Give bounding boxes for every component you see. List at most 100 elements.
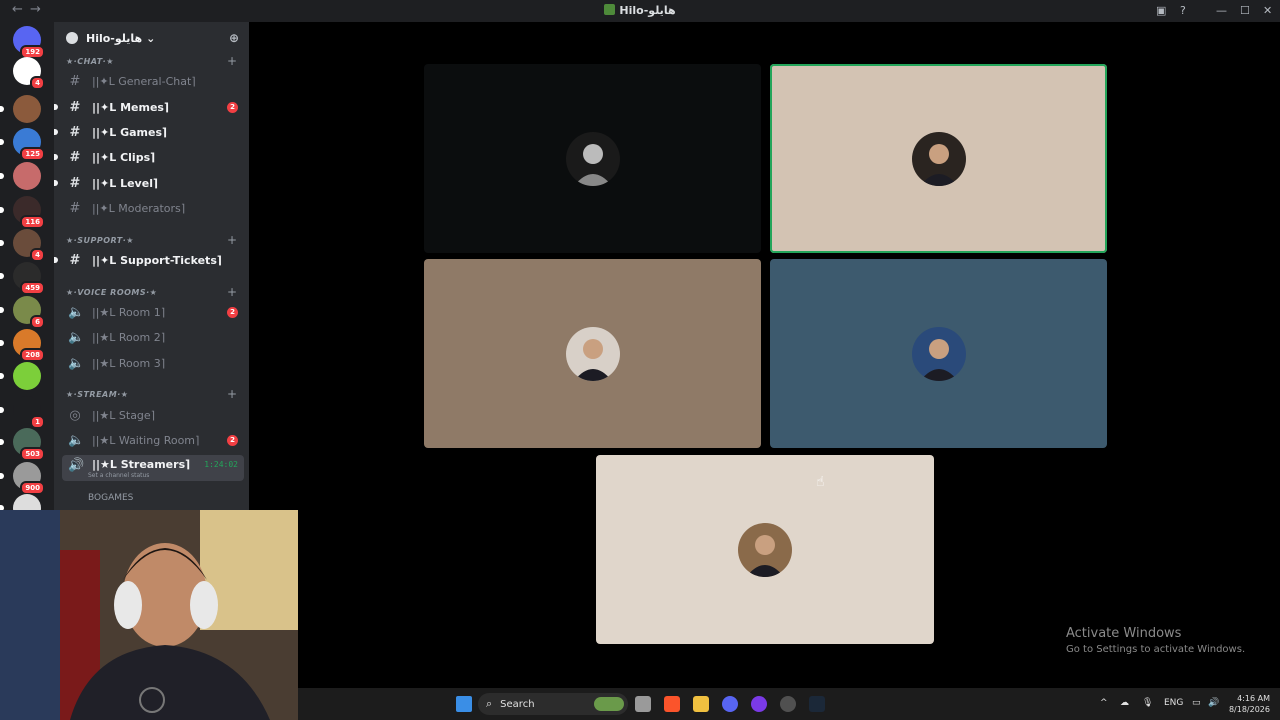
server-icon-server-5[interactable]: 116 (13, 196, 45, 229)
server-icon-server-14[interactable] (13, 494, 41, 510)
server-icon-server-4[interactable] (13, 162, 41, 190)
add-channel-icon[interactable]: + (227, 54, 237, 68)
taskbar-search[interactable]: ⌕ Search (478, 693, 628, 715)
speaker-icon: 🔈 (68, 304, 85, 320)
category-chat[interactable]: ★·CHAT·★ (66, 57, 114, 66)
search-label: Search (500, 698, 535, 710)
unread-pill (0, 407, 4, 413)
channel-moderators[interactable]: # ||✦L Moderators⌉ (62, 197, 244, 219)
file-explorer-icon[interactable] (693, 696, 709, 712)
microphone-icon[interactable]: 🎙 (1142, 698, 1153, 708)
channel-games[interactable]: # ||✦L Games⌉ (54, 121, 244, 143)
discord-icon[interactable] (722, 696, 738, 712)
onedrive-icon[interactable]: ☁ (1120, 698, 1129, 708)
close-icon[interactable]: ✕ (1263, 4, 1272, 17)
channel-room-1[interactable]: 🔈 ||★L Room 1⌉ 2 (62, 301, 244, 323)
server-badge: 116 (20, 215, 45, 229)
video-tile-participant-1[interactable] (424, 64, 761, 253)
steam-icon[interactable] (809, 696, 825, 712)
participant-avatar (911, 131, 966, 186)
unread-pill (0, 139, 4, 145)
channel-waiting-room[interactable]: 🔈 ||★L Waiting Room⌉ 2 (62, 429, 244, 451)
unread-pill (0, 439, 4, 445)
forward-arrow-icon[interactable]: → (30, 2, 41, 17)
participant-avatar (565, 326, 620, 381)
server-icon-server-2[interactable] (13, 95, 41, 123)
display-icon[interactable]: ▭ (1192, 698, 1201, 708)
channel-room-3[interactable]: 🔈 ||★L Room 3⌉ (62, 352, 244, 374)
channel-memes[interactable]: # ||✦L Memes⌉ 2 (54, 96, 244, 118)
server-badge: 503 (20, 447, 45, 461)
add-channel-icon[interactable]: + (227, 285, 237, 299)
channel-room-2[interactable]: 🔈 ||★L Room 2⌉ (62, 326, 244, 348)
hashtag-icon: # (69, 149, 81, 165)
add-channel-icon[interactable]: + (227, 233, 237, 247)
channel-support-tickets[interactable]: # ||✦L Support-Tickets⌉ (54, 249, 244, 271)
chevron-up-icon[interactable]: ^ (1100, 698, 1108, 708)
channel-label: ||✦L Support-Tickets⌉ (92, 253, 222, 267)
mention-badge: 2 (227, 307, 238, 318)
server-icon-server-13[interactable]: 900 (13, 462, 45, 495)
server-icon-server-mustache[interactable]: 4 (13, 57, 45, 90)
channel-label: ||★L Room 1⌉ (92, 305, 166, 319)
server-icon-server-12[interactable]: 503 (13, 428, 45, 461)
add-channel-icon[interactable]: + (227, 387, 237, 401)
server-icon-server-10[interactable] (13, 362, 41, 390)
channel-stage[interactable]: ◎ ||★L Stage⌉ (62, 404, 244, 426)
server-badge: 1 (30, 415, 45, 429)
channel-clips[interactable]: # ||✦L Clips⌉ (54, 146, 244, 168)
participant-avatar (911, 326, 966, 381)
guild-icon (66, 32, 78, 44)
volume-icon[interactable]: 🔊 (1208, 698, 1219, 708)
minimize-icon[interactable]: — (1216, 4, 1227, 17)
category-support[interactable]: ★·SUPPORT·★ (66, 236, 134, 245)
channel-streamers[interactable]: 🔊 ||★L Streamers⌉ 1:24:02 Set a channel s… (62, 455, 244, 481)
video-tile-participant-4[interactable] (770, 259, 1107, 448)
category-stream[interactable]: ★·STREAM·★ (66, 390, 128, 399)
channel-label: ||✦L Clips⌉ (92, 150, 156, 164)
system-clock[interactable]: 4:16 AM 8/18/2026 (1228, 693, 1270, 715)
webcam-figure (0, 510, 298, 720)
voice-user-name[interactable]: BOGAMES (88, 493, 133, 503)
language-indicator[interactable]: ENG (1164, 698, 1183, 708)
video-tile-participant-5[interactable] (596, 455, 934, 644)
brave-browser-icon[interactable] (664, 696, 680, 712)
server-icon-server-9[interactable]: 208 (13, 329, 45, 362)
participant-avatar (565, 131, 620, 186)
back-arrow-icon[interactable]: ← (12, 2, 23, 17)
settings-app-icon[interactable] (780, 696, 796, 712)
app-window: ← → Hilo-هايلو ▣ ? — ☐ ✕ 192 4 125 116 4 459 6… (0, 0, 1280, 720)
video-tile-participant-3[interactable] (424, 259, 761, 448)
unread-pill (0, 173, 4, 179)
server-badge: 208 (20, 348, 45, 362)
server-badge: 900 (20, 481, 45, 495)
maximize-icon[interactable]: ☐ (1240, 4, 1250, 17)
video-tile-participant-2[interactable] (770, 64, 1107, 253)
server-icon-server-8[interactable]: 6 (13, 296, 45, 329)
server-icon-server-11[interactable]: 1 (13, 396, 45, 429)
channel-level[interactable]: # ||✦L Level⌉ (54, 172, 244, 194)
app-circle-icon[interactable] (751, 696, 767, 712)
mention-badge: 2 (227, 102, 238, 113)
guild-header[interactable]: Hilo-هايلو ⌄ ⊕ (54, 22, 249, 54)
unread-indicator (54, 129, 58, 135)
channel-label: ||★L Waiting Room⌉ (92, 433, 200, 447)
start-icon[interactable] (456, 696, 472, 712)
channel-status-prompt[interactable]: Set a channel status (88, 472, 149, 479)
server-icon-server-7[interactable]: 459 (13, 262, 45, 295)
chevron-down-icon: ⌄ (146, 31, 156, 45)
unread-indicator (54, 257, 58, 263)
server-icon-server-3[interactable]: 125 (13, 128, 45, 161)
server-icon-home[interactable]: 192 (13, 26, 45, 59)
category-voice-rooms[interactable]: ★·VOICE ROOMS·★ (66, 288, 157, 297)
inbox-icon[interactable]: ▣ (1156, 4, 1166, 17)
search-icon: ⌕ (486, 697, 493, 710)
server-icon-server-6[interactable]: 4 (13, 229, 45, 262)
locked-hashtag-icon: # (69, 200, 81, 216)
channel-general-chat[interactable]: # ||✦L General-Chat⌉ (62, 70, 244, 92)
help-icon[interactable]: ? (1180, 4, 1186, 17)
participant-avatar (738, 522, 792, 577)
invite-people-icon[interactable]: ⊕ (229, 31, 239, 45)
server-badge: 4 (30, 76, 45, 90)
task-view-icon[interactable] (635, 696, 651, 712)
